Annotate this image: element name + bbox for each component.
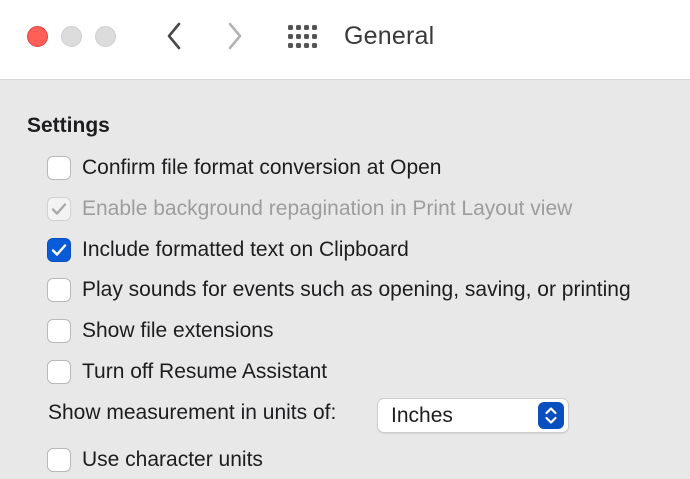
grid-dot (296, 34, 301, 39)
show-extensions-checkbox[interactable] (47, 319, 71, 343)
grid-dot (312, 25, 317, 30)
option-background-repagination: Enable background repagination in Print … (47, 194, 572, 224)
grid-dot (304, 43, 309, 48)
option-label: Play sounds for events such as opening, … (82, 278, 631, 301)
units-select[interactable]: Inches (377, 398, 569, 433)
option-play-sounds[interactable]: Play sounds for events such as opening, … (47, 275, 631, 305)
confirm-conversion-checkbox[interactable] (47, 156, 71, 180)
forward-button[interactable] (220, 20, 250, 52)
option-resume-assistant[interactable]: Turn off Resume Assistant (47, 357, 327, 387)
option-label: Use character units (82, 448, 263, 471)
grid-dot (296, 25, 301, 30)
window-title: General (344, 22, 435, 50)
checkmark-icon (51, 203, 67, 215)
grid-dot (312, 34, 317, 39)
close-window-button[interactable] (27, 26, 48, 47)
option-label: Show file extensions (82, 319, 274, 342)
grid-dot (312, 43, 317, 48)
play-sounds-checkbox[interactable] (47, 278, 71, 302)
title-bar: General (0, 0, 690, 80)
units-select-value: Inches (391, 404, 453, 427)
chevron-left-icon (167, 22, 181, 50)
grid-dot (304, 25, 309, 30)
section-title-settings: Settings (27, 114, 110, 137)
option-confirm-conversion[interactable]: Confirm file format conversion at Open (47, 153, 441, 183)
character-units-checkbox[interactable] (47, 448, 71, 472)
show-all-button[interactable] (286, 22, 320, 50)
formatted-clipboard-checkbox[interactable] (47, 238, 71, 262)
option-label: Include formatted text on Clipboard (82, 238, 409, 261)
checkmark-icon (51, 244, 67, 256)
grid-dot (304, 34, 309, 39)
zoom-window-button[interactable] (95, 26, 116, 47)
option-formatted-clipboard[interactable]: Include formatted text on Clipboard (47, 235, 409, 265)
grid-dot (288, 34, 293, 39)
option-label: Confirm file format conversion at Open (82, 156, 442, 179)
back-button[interactable] (159, 20, 189, 52)
option-label: Enable background repagination in Print … (82, 197, 573, 220)
option-character-units[interactable]: Use character units (47, 445, 263, 475)
units-label: Show measurement in units of: (48, 401, 337, 424)
updown-chevron-icon (545, 407, 557, 424)
chevron-right-icon (228, 22, 242, 50)
option-show-extensions[interactable]: Show file extensions (47, 316, 273, 346)
minimize-window-button[interactable] (61, 26, 82, 47)
resume-assistant-checkbox[interactable] (47, 360, 71, 384)
select-stepper[interactable] (538, 402, 564, 429)
option-label: Turn off Resume Assistant (82, 360, 328, 383)
grid-dot (296, 43, 301, 48)
grid-dot (288, 25, 293, 30)
grid-dot (288, 43, 293, 48)
background-repagination-checkbox (47, 197, 71, 221)
